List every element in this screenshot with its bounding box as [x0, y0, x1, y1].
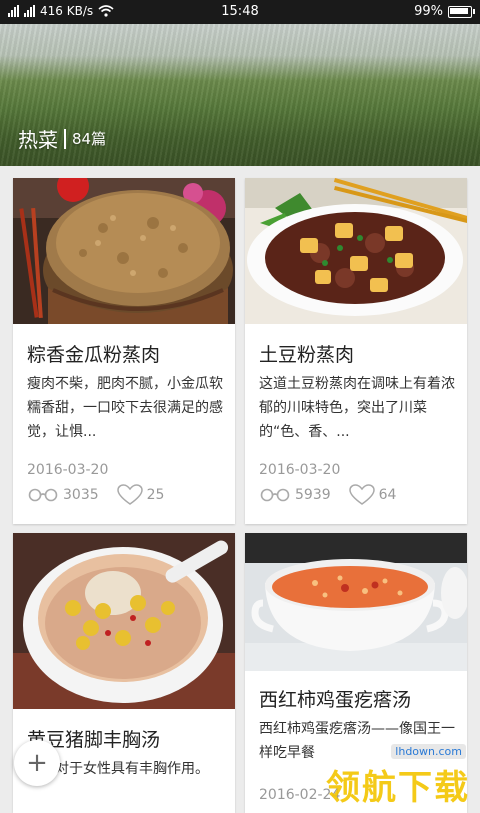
likes-stat[interactable]: 64 — [348, 484, 397, 506]
clock: 15:48 — [221, 4, 259, 19]
heart-icon[interactable] — [348, 484, 375, 506]
battery-icon — [448, 5, 475, 18]
divider — [64, 128, 66, 149]
recipe-image — [245, 533, 467, 671]
category-title: 热菜 — [18, 128, 58, 152]
recipe-date: 2016-03-20 — [27, 462, 109, 478]
article-count: 84篇 — [72, 130, 107, 148]
status-right: 99% — [414, 4, 475, 19]
heart-icon[interactable] — [116, 484, 143, 506]
battery-fill — [450, 7, 468, 14]
views-stat: 5939 — [259, 487, 331, 503]
recipe-date: 2016-03-20 — [259, 462, 341, 478]
recipe-image — [13, 178, 235, 324]
battery-percent: 99% — [414, 4, 443, 19]
views-count: 3035 — [63, 487, 99, 503]
recipe-title: 西红柿鸡蛋疙瘩汤 — [259, 689, 412, 711]
recipe-description: 这道土豆粉蒸肉在调味上有着浓郁的川味特色，突出了川菜的“色、香、... — [259, 376, 455, 440]
add-button[interactable]: + — [14, 740, 60, 786]
glasses-icon — [260, 488, 290, 502]
watermark-logo: 领航下载 — [326, 760, 470, 809]
recipe-stats: 3035 25 — [27, 484, 182, 506]
recipe-card[interactable]: 土豆粉蒸肉 这道土豆粉蒸肉在调味上有着浓郁的川味特色，突出了川菜的“色、香、..… — [245, 178, 467, 524]
views-stat: 3035 — [27, 487, 99, 503]
status-bar: 416 KB/s 15:48 99% — [0, 0, 480, 24]
recipe-title: 粽香金瓜粉蒸肉 — [27, 344, 161, 366]
category-header: 热菜 84篇 — [18, 124, 106, 153]
glasses-icon — [28, 488, 58, 502]
likes-count: 64 — [378, 487, 397, 503]
recipe-image — [245, 178, 467, 324]
plus-icon: + — [26, 748, 48, 778]
recipe-title: 土豆粉蒸肉 — [259, 344, 355, 366]
views-count: 5939 — [295, 487, 331, 503]
watermark-text: 领航下载 — [326, 768, 470, 808]
recipe-image — [13, 533, 235, 709]
likes-stat[interactable]: 25 — [116, 484, 165, 506]
recipe-card[interactable]: 粽香金瓜粉蒸肉 瘦肉不柴，肥肉不腻，小金瓜软糯香甜，一口咬下去很满足的感觉，让惧… — [13, 178, 235, 524]
likes-count: 25 — [146, 487, 165, 503]
recipe-stats: 5939 64 — [259, 484, 414, 506]
watermark-url: lhdown.com — [391, 744, 466, 759]
recipe-description: 瘦肉不柴，肥肉不腻，小金瓜软糯香甜，一口咬下去很满足的感觉，让惧... — [27, 376, 223, 440]
